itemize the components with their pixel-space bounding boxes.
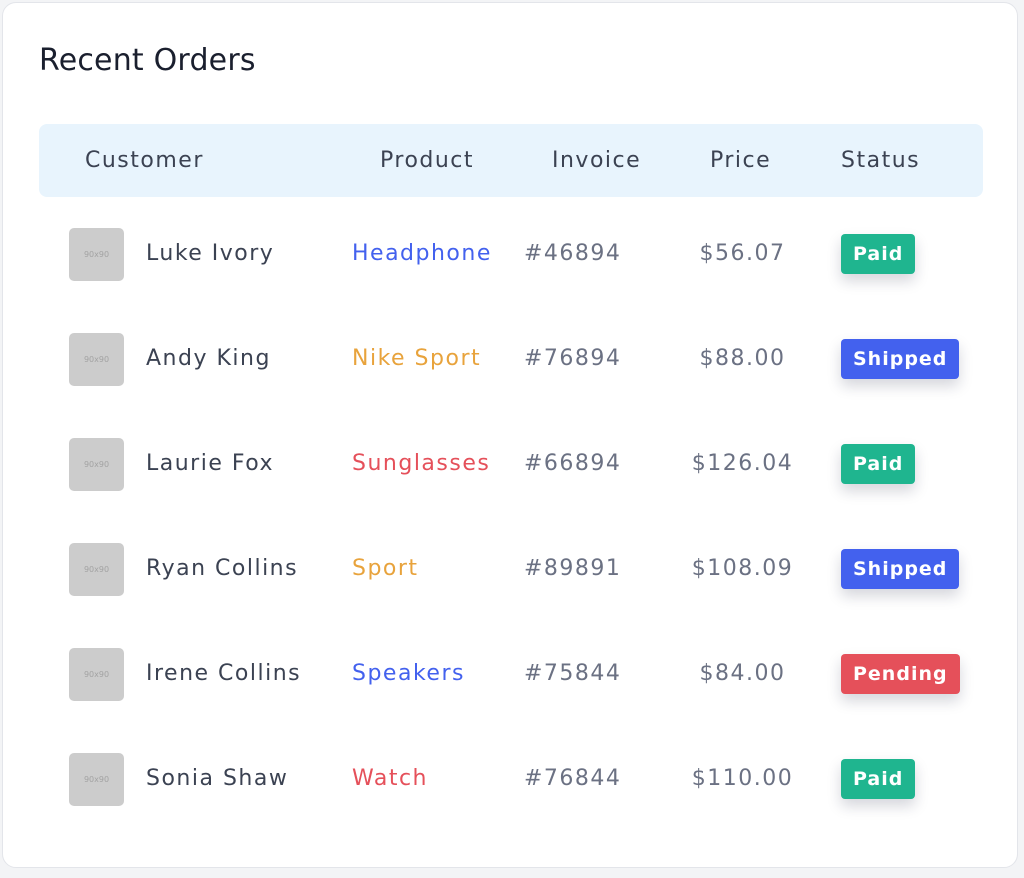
product-link[interactable]: Sport [352,519,419,619]
customer-name: Laurie Fox [146,451,275,476]
avatar: 90x90 [69,438,124,491]
avatar: 90x90 [69,228,124,281]
product-link[interactable]: Nike Sport [352,309,481,409]
status-badge: Shipped [841,549,960,589]
avatar: 90x90 [69,333,124,386]
status-badge: Pending [841,654,960,694]
table-row[interactable]: 90x90 Irene Collins Speakers #75844 $84.… [39,624,983,729]
column-header-product: Product [380,148,475,173]
table-header: Customer Product Invoice Price Status [39,124,983,197]
customer-name: Ryan Collins [146,556,299,581]
invoice-number: #66894 [524,451,622,476]
invoice-number: #89891 [524,556,622,581]
table-row[interactable]: 90x90 Luke Ivory Headphone #46894 $56.07… [39,204,983,309]
invoice-number: #75844 [524,661,622,686]
invoice-number: #46894 [524,241,622,266]
price-value: $56.07 [699,241,786,266]
price-value: $88.00 [699,346,786,371]
avatar: 90x90 [69,543,124,596]
column-header-invoice: Invoice [552,148,642,173]
status-badge: Shipped [841,339,960,379]
product-link[interactable]: Sunglasses [352,414,490,514]
customer-name: Sonia Shaw [146,766,289,791]
product-link[interactable]: Speakers [352,624,465,724]
price-value: $84.00 [699,661,786,686]
price-value: $108.09 [691,556,794,581]
table-row[interactable]: 90x90 Laurie Fox Sunglasses #66894 $126.… [39,414,983,519]
price-value: $126.04 [691,451,794,476]
customer-name: Andy King [146,346,271,371]
column-header-price: Price [710,148,772,173]
price-value: $110.00 [691,766,794,791]
table-row[interactable]: 90x90 Ryan Collins Sport #89891 $108.09 … [39,519,983,624]
product-link[interactable]: Headphone [352,204,492,304]
invoice-number: #76894 [524,346,622,371]
customer-name: Irene Collins [146,661,302,686]
recent-orders-card: Recent Orders Customer Product Invoice P… [2,2,1018,868]
status-badge: Paid [841,444,916,484]
card-title: Recent Orders [39,43,256,78]
avatar: 90x90 [69,753,124,806]
avatar: 90x90 [69,648,124,701]
product-link[interactable]: Watch [352,729,428,829]
status-badge: Paid [841,234,916,274]
table-row[interactable]: 90x90 Sonia Shaw Watch #76844 $110.00 Pa… [39,729,983,834]
table-row[interactable]: 90x90 Andy King Nike Sport #76894 $88.00… [39,309,983,414]
column-header-status: Status [841,148,921,173]
status-badge: Paid [841,759,916,799]
column-header-customer: Customer [85,148,204,173]
invoice-number: #76844 [524,766,622,791]
customer-name: Luke Ivory [146,241,275,266]
